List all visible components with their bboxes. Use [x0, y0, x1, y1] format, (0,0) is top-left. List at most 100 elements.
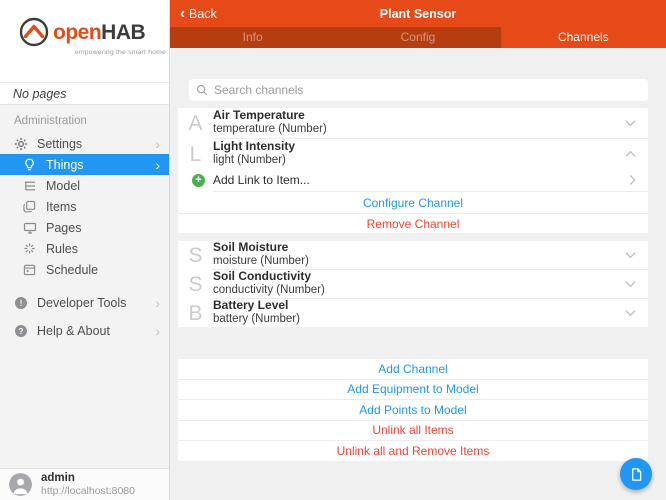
add-channel-button[interactable]: Add Channel: [178, 359, 648, 379]
developer-tools-icon: !: [13, 296, 28, 311]
main-panel: ‹ Back Plant Sensor Info Config Channels…: [170, 0, 666, 500]
sidebar-item-pages[interactable]: Pages: [0, 217, 169, 238]
sidebar-nav: Administration Settings ›: [0, 105, 169, 468]
document-icon: [629, 467, 644, 482]
svg-text:?: ?: [18, 326, 23, 336]
tab-bar: Info Config Channels: [170, 27, 666, 48]
chevron-down-icon: [625, 281, 636, 288]
page-title: Plant Sensor: [170, 7, 666, 21]
sidebar-item-items[interactable]: Items: [0, 196, 169, 217]
search-icon: [196, 84, 208, 96]
sidebar-item-label: Help & About: [37, 324, 110, 338]
sidebar-item-developer-tools[interactable]: ! Developer Tools ›: [0, 289, 169, 317]
channel-letter: B: [178, 303, 213, 324]
schedule-calendar-icon: [22, 262, 37, 277]
sidebar-item-rules[interactable]: Rules: [0, 238, 169, 259]
channel-subtitle: conductivity (Number): [213, 284, 325, 297]
unlink-all-and-remove-items-button[interactable]: Unlink all and Remove Items: [178, 441, 648, 461]
sidebar-item-model[interactable]: Model: [0, 175, 169, 196]
logo-tagline: empowering the smart home: [54, 49, 166, 56]
channel-letter: S: [178, 274, 213, 295]
channel-title: Soil Moisture: [213, 241, 309, 255]
sidebar-item-settings[interactable]: Settings ›: [0, 133, 169, 154]
channel-row-soil-conductivity[interactable]: S Soil Conductivity conductivity (Number…: [178, 270, 648, 298]
openhab-logo-icon: [18, 16, 50, 48]
no-pages-label: No pages: [0, 82, 169, 105]
sidebar: openHAB empowering the smart home No pag…: [0, 0, 170, 500]
avatar: [9, 473, 32, 496]
sidebar-item-label: Pages: [46, 221, 81, 235]
sidebar-item-label: Things: [46, 158, 84, 172]
sidebar-item-label: Settings: [37, 137, 82, 151]
channel-letter: L: [178, 144, 213, 165]
sidebar-item-label: Schedule: [46, 263, 98, 277]
pages-monitor-icon: [22, 220, 37, 235]
channel-title: Soil Conductivity: [213, 270, 325, 284]
channel-title: Air Temperature: [213, 109, 327, 123]
channel-letter: S: [178, 245, 213, 266]
unlink-all-items-button[interactable]: Unlink all Items: [178, 421, 648, 441]
search-bar[interactable]: [189, 79, 648, 101]
channel-row-air-temperature[interactable]: A Air Temperature temperature (Number): [178, 108, 648, 138]
sidebar-item-label: Developer Tools: [37, 296, 126, 310]
server-url: http://localhost:8080: [41, 485, 135, 497]
tab-config[interactable]: Config: [335, 27, 500, 48]
sidebar-item-label: Model: [46, 179, 80, 193]
configure-channel-button[interactable]: Configure Channel: [178, 192, 648, 213]
channel-subtitle: temperature (Number): [213, 123, 327, 136]
chevron-down-icon: [625, 310, 636, 317]
sidebar-item-label: Rules: [46, 242, 78, 256]
channels-card-top: A Air Temperature temperature (Number) L…: [178, 108, 648, 233]
sidebar-item-schedule[interactable]: Schedule: [0, 259, 169, 280]
tab-info[interactable]: Info: [170, 27, 335, 48]
lightbulb-icon: [22, 157, 37, 172]
channel-row-battery-level[interactable]: B Battery Level battery (Number): [178, 299, 648, 327]
chevron-right-icon: ›: [155, 137, 160, 151]
bulk-actions-card: Add Channel Add Equipment to Model Add P…: [178, 359, 648, 461]
channel-row-soil-moisture[interactable]: S Soil Moisture moisture (Number): [178, 241, 648, 269]
add-link-to-item-row[interactable]: + Add Link to Item...: [178, 169, 648, 191]
items-copy-icon: [22, 199, 37, 214]
username: admin: [41, 472, 135, 485]
remove-channel-button[interactable]: Remove Channel: [178, 214, 648, 233]
administration-section-label: Administration: [0, 110, 169, 133]
user-account-area[interactable]: admin http://localhost:8080: [0, 468, 169, 500]
channels-content: A Air Temperature temperature (Number) L…: [170, 48, 666, 500]
channel-subtitle: battery (Number): [213, 313, 300, 326]
channel-subtitle: light (Number): [213, 154, 295, 167]
channel-subtitle: moisture (Number): [213, 255, 309, 268]
openhab-app: openHAB empowering the smart home No pag…: [0, 0, 666, 500]
search-input[interactable]: [214, 83, 621, 97]
sidebar-item-help-about[interactable]: ? Help & About ›: [0, 317, 169, 345]
rules-spark-icon: [22, 241, 37, 256]
add-points-to-model-button[interactable]: Add Points to Model: [178, 400, 648, 420]
add-link-label: Add Link to Item...: [213, 173, 310, 187]
chevron-right-icon: [629, 175, 636, 186]
tab-channels[interactable]: Channels: [501, 27, 666, 48]
chevron-left-icon: ‹: [180, 6, 185, 21]
model-tree-icon: [22, 178, 37, 193]
add-equipment-to-model-button[interactable]: Add Equipment to Model: [178, 380, 648, 400]
chevron-down-icon: [625, 120, 636, 127]
sidebar-item-label: Items: [46, 200, 77, 214]
plus-icon: +: [192, 174, 205, 187]
sidebar-item-things[interactable]: Things ›: [0, 154, 169, 175]
logo-area: openHAB empowering the smart home: [0, 0, 169, 82]
navbar: ‹ Back Plant Sensor: [170, 0, 666, 27]
svg-text:!: !: [19, 298, 22, 308]
channel-row-light-intensity[interactable]: L Light Intensity light (Number): [178, 139, 648, 169]
channel-title: Light Intensity: [213, 140, 295, 154]
channels-card-bottom: S Soil Moisture moisture (Number) S Soil…: [178, 241, 648, 327]
help-icon: ?: [13, 324, 28, 339]
code-view-fab[interactable]: [620, 458, 652, 490]
gear-icon: [13, 136, 28, 151]
chevron-right-icon: ›: [155, 324, 160, 338]
chevron-right-icon: ›: [155, 296, 160, 310]
channel-title: Battery Level: [213, 299, 300, 313]
back-button[interactable]: ‹ Back: [180, 6, 217, 21]
back-label: Back: [189, 7, 217, 21]
chevron-up-icon: [625, 151, 636, 158]
logo-wordmark: openHAB: [53, 22, 145, 43]
chevron-down-icon: [625, 252, 636, 259]
channel-letter: A: [178, 113, 213, 134]
